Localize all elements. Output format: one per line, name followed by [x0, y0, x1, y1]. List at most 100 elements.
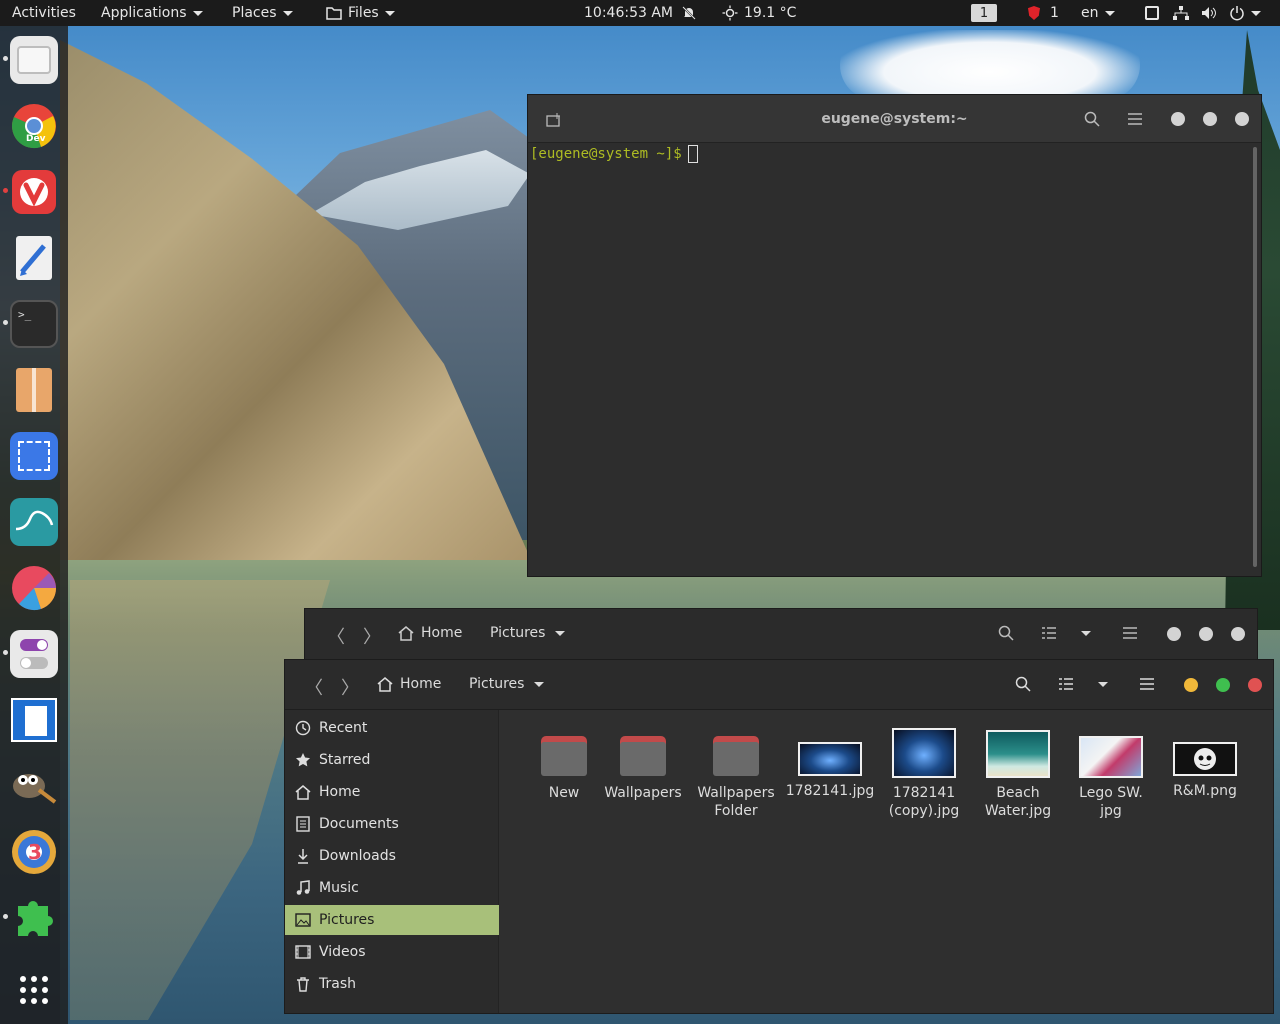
document-viewer-icon[interactable] [10, 696, 58, 744]
image-item-1782141[interactable]: 1782141.jpg [785, 730, 875, 800]
terminal-window[interactable]: eugene@system:~ [eugene@system ~]$ [527, 94, 1262, 577]
sidebar-item-starred[interactable]: Starred [285, 745, 499, 775]
file-name: New [548, 785, 580, 801]
path-home[interactable]: Home [400, 676, 441, 692]
file-name: 1782141.jpg [785, 783, 875, 799]
sidebar-item-label: Home [319, 784, 361, 800]
list-view-icon[interactable] [1042, 627, 1056, 639]
minimize-button[interactable] [1184, 678, 1198, 692]
image-item-rm[interactable]: R&M.png [1160, 730, 1250, 800]
blender-icon[interactable]: 3 [10, 828, 58, 876]
power-icon [1230, 6, 1244, 21]
security-indicator[interactable]: 1 [1028, 0, 1059, 26]
text-editor-icon[interactable] [10, 234, 58, 282]
forward-arrow-icon[interactable]: 〉 [363, 623, 381, 649]
terminal-prompt: [eugene@system ~]$ [530, 146, 682, 162]
close-button[interactable] [1248, 678, 1262, 692]
file-name-line2: Folder [714, 803, 758, 819]
sidebar-item-downloads[interactable]: Downloads [285, 841, 499, 871]
hamburger-menu-icon[interactable] [1123, 627, 1137, 639]
disk-usage-icon[interactable] [10, 564, 58, 612]
workspace-indicator[interactable]: 1 [971, 0, 997, 26]
chevron-down-icon [1251, 10, 1261, 16]
trash-icon [297, 977, 309, 992]
maximize-button[interactable] [1216, 678, 1230, 692]
files-back-headerbar[interactable]: 〈 〉 Home Pictures [305, 609, 1257, 659]
weather-indicator[interactable]: 19.1 °C [722, 0, 796, 26]
extensions-icon[interactable] [10, 894, 58, 942]
image-thumbnail [1079, 736, 1143, 778]
terminal-title: eugene@system:~ [821, 110, 968, 127]
app-grid-icon[interactable] [10, 966, 58, 1014]
path-current[interactable]: Pictures [469, 676, 524, 692]
file-name: Wallpapers [604, 785, 682, 801]
sidebar-item-music[interactable]: Music [285, 873, 499, 903]
sidebar-item-label: Videos [319, 944, 366, 960]
file-name-line2: Water.jpg [984, 803, 1052, 819]
view-options-icon[interactable] [1098, 682, 1108, 687]
sidebar-item-label: Starred [319, 752, 371, 768]
view-options-icon[interactable] [1081, 631, 1091, 636]
applications-menu[interactable]: Applications [101, 0, 203, 26]
document-icon [296, 816, 310, 832]
files-headerbar[interactable]: 〈 〉 Home Pictures [285, 660, 1273, 710]
search-icon[interactable] [998, 625, 1014, 641]
vivaldi-icon[interactable] [10, 168, 58, 216]
sidebar-item-trash[interactable]: Trash [285, 969, 499, 999]
places-label: Places [232, 5, 277, 21]
terminal-scrollbar[interactable] [1253, 147, 1257, 567]
minimize-button[interactable] [1167, 627, 1181, 641]
image-item-beach-water[interactable]: Beach Water.jpg [973, 730, 1063, 820]
folder-item-wallpapers-folder[interactable]: Wallpapers Folder [691, 730, 781, 820]
folder-icon [713, 736, 759, 776]
folder-item-wallpapers[interactable]: Wallpapers [598, 730, 688, 802]
back-arrow-icon[interactable]: 〈 [327, 623, 345, 649]
system-monitor-icon[interactable] [10, 498, 58, 546]
gimp-icon[interactable] [10, 762, 58, 810]
maximize-button[interactable] [1203, 112, 1217, 126]
sidebar-item-documents[interactable]: Documents [285, 809, 499, 839]
rick-morty-icon [1194, 748, 1216, 770]
forward-arrow-icon[interactable]: 〉 [341, 674, 359, 700]
sidebar-item-home[interactable]: Home [285, 777, 499, 807]
system-menu[interactable] [1145, 0, 1261, 26]
files-app-menu[interactable]: Files [326, 0, 395, 26]
terminal-icon[interactable]: >_ [10, 300, 58, 348]
sidebar-item-videos[interactable]: Videos [285, 937, 499, 967]
folder-item-new[interactable]: New [519, 730, 609, 802]
image-item-1782141-copy[interactable]: 1782141 (copy).jpg [879, 728, 969, 820]
places-menu[interactable]: Places [232, 0, 293, 26]
chrome-dev-icon[interactable]: Dev [10, 102, 58, 150]
close-button[interactable] [1231, 627, 1245, 641]
search-icon[interactable] [1084, 111, 1100, 127]
hamburger-menu-icon[interactable] [1128, 113, 1142, 125]
clock[interactable]: 10:46:53 AM [584, 0, 697, 26]
chevron-down-icon[interactable] [534, 682, 544, 687]
language-menu[interactable]: en [1081, 0, 1115, 26]
file-grid[interactable]: New Wallpapers Wallpapers Folder 1782141… [499, 710, 1273, 1013]
files-window[interactable]: 〈 〉 Home Pictures Recent Starred Home Do… [284, 659, 1274, 1014]
activities-button[interactable]: Activities [12, 0, 76, 26]
hamburger-menu-icon[interactable] [1140, 678, 1154, 690]
archive-manager-icon[interactable] [10, 366, 58, 414]
minimize-button[interactable] [1171, 112, 1185, 126]
image-item-lego-sw[interactable]: Lego SW. jpg [1066, 730, 1156, 820]
terminal-titlebar[interactable]: eugene@system:~ [528, 95, 1261, 143]
list-view-icon[interactable] [1059, 678, 1073, 690]
back-arrow-icon[interactable]: 〈 [305, 674, 323, 700]
file-name: R&M.png [1173, 783, 1237, 799]
maximize-button[interactable] [1199, 627, 1213, 641]
path-home[interactable]: Home [421, 625, 462, 641]
video-icon [295, 945, 311, 959]
tweaks-icon[interactable] [10, 630, 58, 678]
terminal-output[interactable]: [eugene@system ~]$ [528, 143, 1261, 576]
sidebar-item-recent[interactable]: Recent [285, 713, 499, 743]
search-icon[interactable] [1015, 676, 1031, 692]
screenshot-icon[interactable] [10, 432, 58, 480]
path-current[interactable]: Pictures [490, 625, 545, 641]
close-button[interactable] [1235, 112, 1249, 126]
files-icon[interactable] [10, 36, 58, 84]
sidebar-item-pictures[interactable]: Pictures [285, 905, 499, 935]
chevron-down-icon[interactable] [555, 631, 565, 636]
file-name-line2: jpg [1100, 803, 1122, 819]
